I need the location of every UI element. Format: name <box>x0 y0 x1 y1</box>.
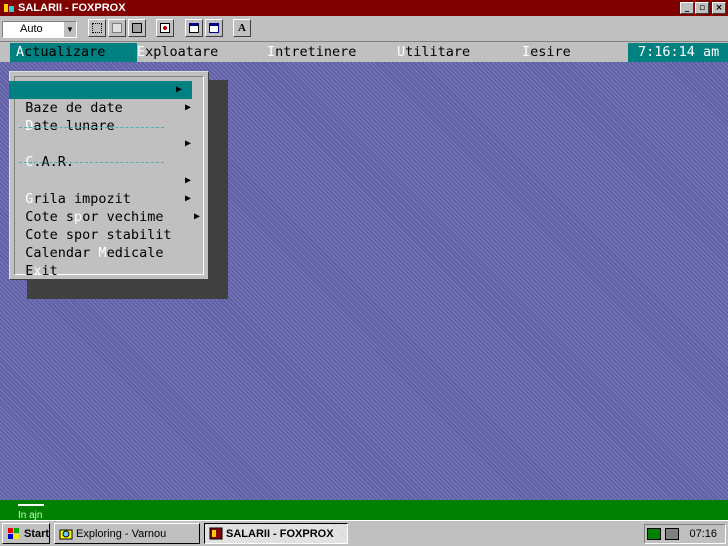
menu-item-baze-de-date[interactable]: Baze de date ▶ <box>9 81 192 116</box>
menu-intretinere[interactable]: Intretinere <box>267 43 356 62</box>
menu-item-cote-spor-vechime[interactable]: Cote spor vechime ▶ <box>9 190 201 225</box>
taskbar: Start Exploring - Varnou SALARII - FOXPR… <box>0 520 728 546</box>
tile-icon <box>209 23 219 33</box>
menu-item-exit[interactable]: Exit <box>9 244 201 279</box>
system-tray: 07:16 <box>644 524 726 544</box>
select-button[interactable] <box>88 19 106 37</box>
submenu-arrow-icon: ▶ <box>175 84 182 95</box>
keyboard-layout-icon[interactable] <box>665 528 680 540</box>
window-controls: _ ▫ × <box>679 2 726 14</box>
menu-item-calendar-medicale[interactable]: Calendar Medicale <box>9 226 201 261</box>
task-salarii-foxprox[interactable]: SALARII - FOXPROX <box>204 523 348 544</box>
network-icon[interactable] <box>647 528 662 540</box>
minimize-button[interactable]: _ <box>680 2 694 14</box>
status-bar: In ajn <box>0 500 728 521</box>
start-button[interactable]: Start <box>2 523 50 544</box>
start-label: Start <box>24 527 50 540</box>
submenu-arrow-icon: ▶ <box>184 175 191 186</box>
close-button[interactable]: × <box>712 2 726 14</box>
font-button[interactable]: A <box>233 19 251 37</box>
copy-button[interactable] <box>108 19 126 37</box>
menu-item-grila-impozit[interactable]: Grila impozit ▶ <box>9 172 201 207</box>
windows-logo-icon <box>7 527 21 540</box>
font-size-combo-value: Auto <box>20 23 43 35</box>
menu-item-date-lunare[interactable]: Date lunare ▶ <box>9 99 201 134</box>
menu-item-car[interactable]: C.A.R. ▶ <box>9 135 201 170</box>
font-icon: A <box>238 22 246 34</box>
paste-button[interactable] <box>128 19 146 37</box>
copy-icon <box>112 23 122 33</box>
menu-item-cote-spor-stabilit[interactable]: Cote spor stabilit ▶ <box>9 208 201 243</box>
cascade-icon <box>189 23 199 33</box>
menu-separator <box>19 162 164 163</box>
toolbar: Auto ▼ A <box>0 16 728 42</box>
menu-iesire[interactable]: Iesire <box>522 43 571 62</box>
maximize-button[interactable]: ▫ <box>695 2 709 14</box>
submenu-arrow-icon: ▶ <box>193 211 200 222</box>
status-indicator <box>18 504 44 506</box>
zoom-button[interactable] <box>156 19 174 37</box>
title-bar[interactable]: SALARII - FOXPROX _ ▫ × <box>0 0 728 16</box>
foxpro-app-icon[interactable] <box>3 2 15 14</box>
clock-display: 7:16:14 am <box>628 43 728 62</box>
task-exploring-label: Exploring - Varnou <box>76 527 167 540</box>
zoom-icon <box>160 23 170 33</box>
menu-separator <box>19 127 164 128</box>
submenu-arrow-icon: ▶ <box>184 102 191 113</box>
combo-dropdown-arrow-icon[interactable]: ▼ <box>63 22 76 37</box>
paste-icon <box>132 23 142 33</box>
tray-clock[interactable]: 07:16 <box>689 528 717 540</box>
tile-button[interactable] <box>205 19 223 37</box>
menu-bar: Actualizare Exploatare Intretinere Utili… <box>0 43 728 62</box>
foxpro-task-icon <box>209 527 223 540</box>
menu-exploatare[interactable]: Exploatare <box>137 43 218 62</box>
cascade-button[interactable] <box>185 19 203 37</box>
menu-utilitare[interactable]: Utilitare <box>397 43 470 62</box>
font-size-combo[interactable]: Auto ▼ <box>2 21 77 38</box>
window-title: SALARII - FOXPROX <box>18 2 126 14</box>
menu-actualizare[interactable]: Actualizare <box>10 43 137 62</box>
select-icon <box>92 23 102 33</box>
task-salarii-label: SALARII - FOXPROX <box>226 527 334 540</box>
submenu-arrow-icon: ▶ <box>184 193 191 204</box>
submenu-arrow-icon: ▶ <box>184 138 191 149</box>
task-exploring[interactable]: Exploring - Varnou <box>54 523 200 544</box>
explorer-icon <box>59 527 73 540</box>
